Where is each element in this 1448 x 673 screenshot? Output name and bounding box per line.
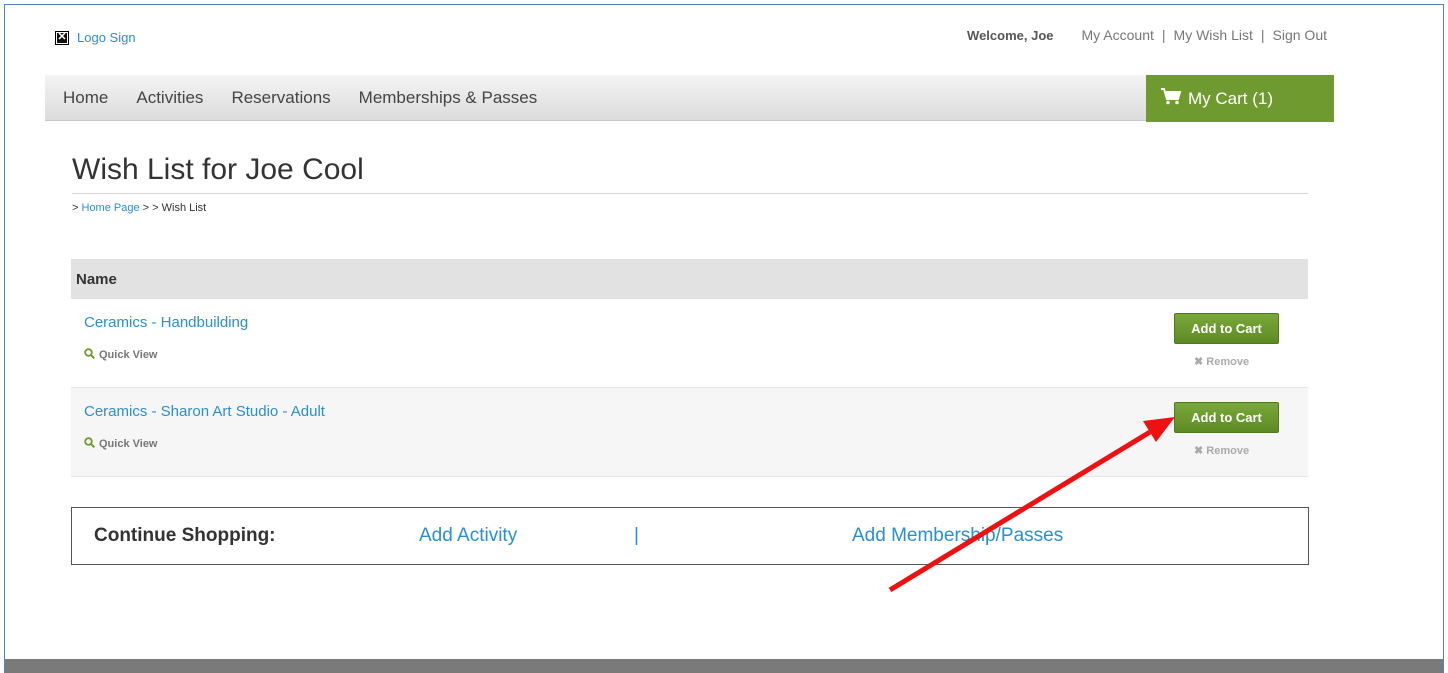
divider: [72, 193, 1308, 194]
logo[interactable]: ✕ Logo Sign: [55, 30, 136, 45]
continue-shopping-bar: Continue Shopping: Add Activity | Add Me…: [71, 507, 1309, 565]
continue-shopping-label: Continue Shopping:: [94, 525, 276, 546]
quick-view-label: Quick View: [99, 349, 158, 361]
table-row: Ceramics - Handbuilding Quick View Add t…: [71, 299, 1308, 388]
account-links: Welcome, Joe My Account | My Wish List |…: [967, 27, 1327, 43]
broken-image-icon: ✕: [55, 30, 69, 45]
table-row: Ceramics - Sharon Art Studio - Adult Qui…: [71, 388, 1308, 477]
breadcrumb: > Home Page > > Wish List: [72, 202, 206, 214]
breadcrumb-current: > > Wish List: [142, 202, 207, 214]
item-name-link[interactable]: Ceramics - Handbuilding: [84, 314, 248, 331]
quick-view-label: Quick View: [99, 438, 158, 450]
table-header: Name: [71, 259, 1308, 299]
page-title: Wish List for Joe Cool: [72, 153, 364, 186]
search-icon: [84, 437, 96, 451]
sign-out-link[interactable]: Sign Out: [1273, 27, 1327, 43]
remove-link[interactable]: ✖ Remove: [1194, 355, 1249, 368]
logo-text: Logo Sign: [77, 30, 136, 45]
welcome-text: Welcome, Joe: [967, 27, 1054, 43]
remove-label: Remove: [1206, 445, 1250, 457]
add-membership-link[interactable]: Add Membership/Passes: [852, 525, 1063, 547]
search-icon: [84, 348, 96, 362]
close-icon: ✖: [1194, 445, 1204, 457]
nav-item-activities[interactable]: Activities: [136, 88, 203, 108]
close-icon: ✖: [1194, 356, 1204, 368]
add-activity-link[interactable]: Add Activity: [419, 525, 517, 547]
separator: |: [1161, 27, 1166, 43]
cart-label: My Cart (1): [1188, 88, 1273, 108]
remove-label: Remove: [1206, 356, 1250, 368]
quick-view-link[interactable]: Quick View: [84, 348, 158, 362]
quick-view-link[interactable]: Quick View: [84, 437, 158, 451]
remove-link[interactable]: ✖ Remove: [1194, 444, 1249, 457]
nav-item-memberships[interactable]: Memberships & Passes: [359, 88, 538, 108]
breadcrumb-prefix: >: [72, 202, 79, 214]
page-frame: ✕ Logo Sign Welcome, Joe My Account | My…: [4, 4, 1444, 673]
my-cart-button[interactable]: My Cart (1): [1146, 75, 1334, 122]
add-to-cart-button[interactable]: Add to Cart: [1174, 402, 1279, 433]
cart-icon: [1160, 87, 1182, 110]
wish-list-table: Name Ceramics - Handbuilding Quick View …: [71, 259, 1308, 477]
footer-bar: [5, 659, 1443, 673]
my-wish-list-link[interactable]: My Wish List: [1174, 27, 1253, 43]
nav-item-reservations[interactable]: Reservations: [231, 88, 330, 108]
item-name-link[interactable]: Ceramics - Sharon Art Studio - Adult: [84, 403, 325, 420]
nav-item-home[interactable]: Home: [63, 88, 108, 108]
column-name-header: Name: [76, 270, 117, 288]
add-to-cart-button[interactable]: Add to Cart: [1174, 313, 1279, 344]
my-account-link[interactable]: My Account: [1082, 27, 1154, 43]
separator: |: [634, 525, 639, 546]
breadcrumb-home-link[interactable]: Home Page: [82, 202, 140, 214]
main-nav: Home Activities Reservations Memberships…: [45, 75, 1334, 122]
separator: |: [1260, 27, 1265, 43]
